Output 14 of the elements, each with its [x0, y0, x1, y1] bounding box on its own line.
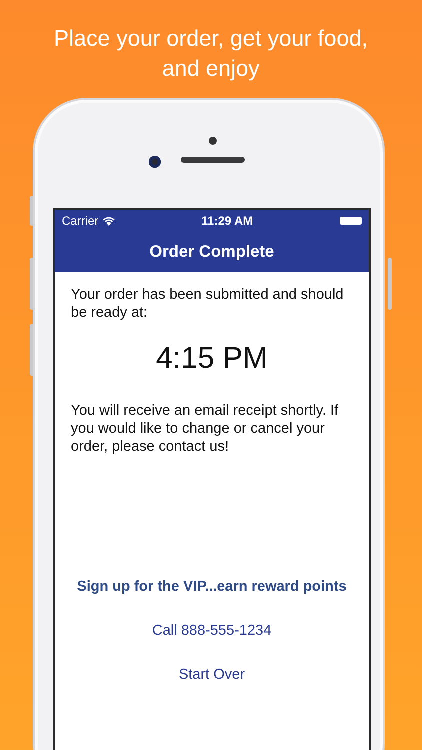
camera-icon: [149, 156, 161, 168]
confirmation-message: Your order has been submitted and should be ready at:: [71, 286, 345, 322]
sensor-dot: [209, 137, 217, 145]
action-link[interactable]: Call 888-555-1234: [152, 622, 272, 640]
nav-title: Order Complete: [148, 242, 276, 262]
receipt-note: You will receive an email receipt shortly. If you would like to change or cancel your order, please contact us!: [71, 402, 340, 456]
action-link[interactable]: Start Over: [178, 666, 246, 684]
status-time: 11:29 AM: [202, 214, 254, 228]
carrier-label: Carrier: [62, 214, 99, 228]
speaker-grille: [181, 157, 245, 163]
headline: Place your order, get your food, and enjoy: [53, 25, 369, 83]
battery-icon: [340, 217, 362, 225]
vip-signup-link[interactable]: Sign up for the VIP...earn reward points: [77, 578, 347, 596]
wifi-icon: [102, 216, 115, 226]
